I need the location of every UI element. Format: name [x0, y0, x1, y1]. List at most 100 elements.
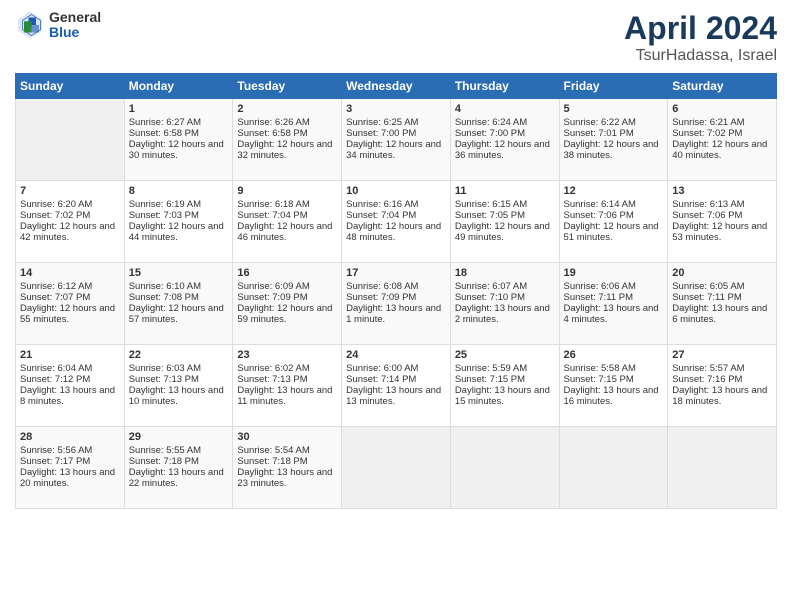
day-number: 24: [346, 349, 446, 361]
sunset-text: Sunset: 7:11 PM: [672, 292, 742, 303]
cell-week1-day2: 1 Sunrise: 6:27 AM Sunset: 6:58 PM Dayli…: [124, 99, 233, 181]
sunset-text: Sunset: 7:08 PM: [129, 292, 199, 303]
sunset-text: Sunset: 7:13 PM: [129, 374, 199, 385]
day-number: 21: [20, 349, 120, 361]
daylight-text: Daylight: 12 hours and 38 minutes.: [564, 139, 659, 161]
logo: General Blue: [15, 10, 101, 41]
sunrise-text: Sunrise: 6:00 AM: [346, 363, 418, 374]
sunset-text: Sunset: 7:01 PM: [564, 128, 634, 139]
cell-week3-day4: 17 Sunrise: 6:08 AM Sunset: 7:09 PM Dayl…: [342, 263, 451, 345]
daylight-text: Daylight: 12 hours and 30 minutes.: [129, 139, 224, 161]
daylight-text: Daylight: 12 hours and 51 minutes.: [564, 221, 659, 243]
sunset-text: Sunset: 7:00 PM: [455, 128, 525, 139]
day-number: 7: [20, 185, 120, 197]
cell-week5-day5: [450, 427, 559, 509]
cell-week5-day6: [559, 427, 668, 509]
daylight-text: Daylight: 13 hours and 20 minutes.: [20, 467, 115, 489]
sunrise-text: Sunrise: 6:21 AM: [672, 117, 744, 128]
cell-week1-day7: 6 Sunrise: 6:21 AM Sunset: 7:02 PM Dayli…: [668, 99, 777, 181]
cell-week1-day1: [16, 99, 125, 181]
calendar-header: Sunday Monday Tuesday Wednesday Thursday…: [16, 74, 777, 99]
day-number: 16: [237, 267, 337, 279]
daylight-text: Daylight: 12 hours and 40 minutes.: [672, 139, 767, 161]
cell-week2-day5: 11 Sunrise: 6:15 AM Sunset: 7:05 PM Dayl…: [450, 181, 559, 263]
sunset-text: Sunset: 7:07 PM: [20, 292, 90, 303]
day-number: 18: [455, 267, 555, 279]
day-number: 25: [455, 349, 555, 361]
cell-week2-day1: 7 Sunrise: 6:20 AM Sunset: 7:02 PM Dayli…: [16, 181, 125, 263]
cell-week4-day4: 24 Sunrise: 6:00 AM Sunset: 7:14 PM Dayl…: [342, 345, 451, 427]
week-row-4: 21 Sunrise: 6:04 AM Sunset: 7:12 PM Dayl…: [16, 345, 777, 427]
sunrise-text: Sunrise: 6:15 AM: [455, 199, 527, 210]
cell-week4-day5: 25 Sunrise: 5:59 AM Sunset: 7:15 PM Dayl…: [450, 345, 559, 427]
sunset-text: Sunset: 6:58 PM: [237, 128, 307, 139]
col-friday: Friday: [559, 74, 668, 99]
sunrise-text: Sunrise: 6:05 AM: [672, 281, 744, 292]
cell-week1-day3: 2 Sunrise: 6:26 AM Sunset: 6:58 PM Dayli…: [233, 99, 342, 181]
title-block: April 2024 TsurHadassa, Israel: [624, 10, 777, 65]
day-number: 17: [346, 267, 446, 279]
day-number: 4: [455, 103, 555, 115]
day-number: 26: [564, 349, 664, 361]
sunrise-text: Sunrise: 5:59 AM: [455, 363, 527, 374]
cell-week2-day4: 10 Sunrise: 6:16 AM Sunset: 7:04 PM Dayl…: [342, 181, 451, 263]
sunrise-text: Sunrise: 6:20 AM: [20, 199, 92, 210]
sunrise-text: Sunrise: 6:18 AM: [237, 199, 309, 210]
cell-week4-day6: 26 Sunrise: 5:58 AM Sunset: 7:15 PM Dayl…: [559, 345, 668, 427]
day-number: 9: [237, 185, 337, 197]
sunset-text: Sunset: 7:09 PM: [237, 292, 307, 303]
sunset-text: Sunset: 7:16 PM: [672, 374, 742, 385]
daylight-text: Daylight: 13 hours and 15 minutes.: [455, 385, 550, 407]
day-number: 23: [237, 349, 337, 361]
cell-week3-day3: 16 Sunrise: 6:09 AM Sunset: 7:09 PM Dayl…: [233, 263, 342, 345]
week-row-3: 14 Sunrise: 6:12 AM Sunset: 7:07 PM Dayl…: [16, 263, 777, 345]
sunset-text: Sunset: 7:03 PM: [129, 210, 199, 221]
daylight-text: Daylight: 12 hours and 34 minutes.: [346, 139, 441, 161]
daylight-text: Daylight: 13 hours and 1 minute.: [346, 303, 441, 325]
logo-icon: [15, 10, 45, 40]
cell-week4-day3: 23 Sunrise: 6:02 AM Sunset: 7:13 PM Dayl…: [233, 345, 342, 427]
sunrise-text: Sunrise: 5:56 AM: [20, 445, 92, 456]
day-number: 13: [672, 185, 772, 197]
cell-week4-day2: 22 Sunrise: 6:03 AM Sunset: 7:13 PM Dayl…: [124, 345, 233, 427]
sunrise-text: Sunrise: 5:55 AM: [129, 445, 201, 456]
sunset-text: Sunset: 6:58 PM: [129, 128, 199, 139]
week-row-2: 7 Sunrise: 6:20 AM Sunset: 7:02 PM Dayli…: [16, 181, 777, 263]
sunrise-text: Sunrise: 6:16 AM: [346, 199, 418, 210]
daylight-text: Daylight: 13 hours and 4 minutes.: [564, 303, 659, 325]
sunset-text: Sunset: 7:14 PM: [346, 374, 416, 385]
daylight-text: Daylight: 13 hours and 11 minutes.: [237, 385, 332, 407]
sunrise-text: Sunrise: 6:27 AM: [129, 117, 201, 128]
day-number: 6: [672, 103, 772, 115]
sunrise-text: Sunrise: 6:09 AM: [237, 281, 309, 292]
daylight-text: Daylight: 13 hours and 18 minutes.: [672, 385, 767, 407]
sunset-text: Sunset: 7:00 PM: [346, 128, 416, 139]
week-row-5: 28 Sunrise: 5:56 AM Sunset: 7:17 PM Dayl…: [16, 427, 777, 509]
sunrise-text: Sunrise: 6:12 AM: [20, 281, 92, 292]
daylight-text: Daylight: 13 hours and 16 minutes.: [564, 385, 659, 407]
calendar-body: 1 Sunrise: 6:27 AM Sunset: 6:58 PM Dayli…: [16, 99, 777, 509]
day-number: 1: [129, 103, 229, 115]
logo-blue-text: Blue: [49, 25, 101, 40]
day-number: 29: [129, 431, 229, 443]
sunrise-text: Sunrise: 6:04 AM: [20, 363, 92, 374]
sunrise-text: Sunrise: 5:57 AM: [672, 363, 744, 374]
cell-week3-day6: 19 Sunrise: 6:06 AM Sunset: 7:11 PM Dayl…: [559, 263, 668, 345]
cell-week2-day3: 9 Sunrise: 6:18 AM Sunset: 7:04 PM Dayli…: [233, 181, 342, 263]
day-number: 27: [672, 349, 772, 361]
calendar-table: Sunday Monday Tuesday Wednesday Thursday…: [15, 73, 777, 509]
cell-week2-day6: 12 Sunrise: 6:14 AM Sunset: 7:06 PM Dayl…: [559, 181, 668, 263]
daylight-text: Daylight: 12 hours and 46 minutes.: [237, 221, 332, 243]
day-number: 10: [346, 185, 446, 197]
cell-week3-day1: 14 Sunrise: 6:12 AM Sunset: 7:07 PM Dayl…: [16, 263, 125, 345]
daylight-text: Daylight: 12 hours and 32 minutes.: [237, 139, 332, 161]
cell-week4-day1: 21 Sunrise: 6:04 AM Sunset: 7:12 PM Dayl…: [16, 345, 125, 427]
sunrise-text: Sunrise: 6:14 AM: [564, 199, 636, 210]
daylight-text: Daylight: 12 hours and 53 minutes.: [672, 221, 767, 243]
cell-week5-day4: [342, 427, 451, 509]
cell-week1-day6: 5 Sunrise: 6:22 AM Sunset: 7:01 PM Dayli…: [559, 99, 668, 181]
cell-week5-day7: [668, 427, 777, 509]
page: General Blue April 2024 TsurHadassa, Isr…: [0, 0, 792, 612]
sunrise-text: Sunrise: 6:10 AM: [129, 281, 201, 292]
day-number: 30: [237, 431, 337, 443]
